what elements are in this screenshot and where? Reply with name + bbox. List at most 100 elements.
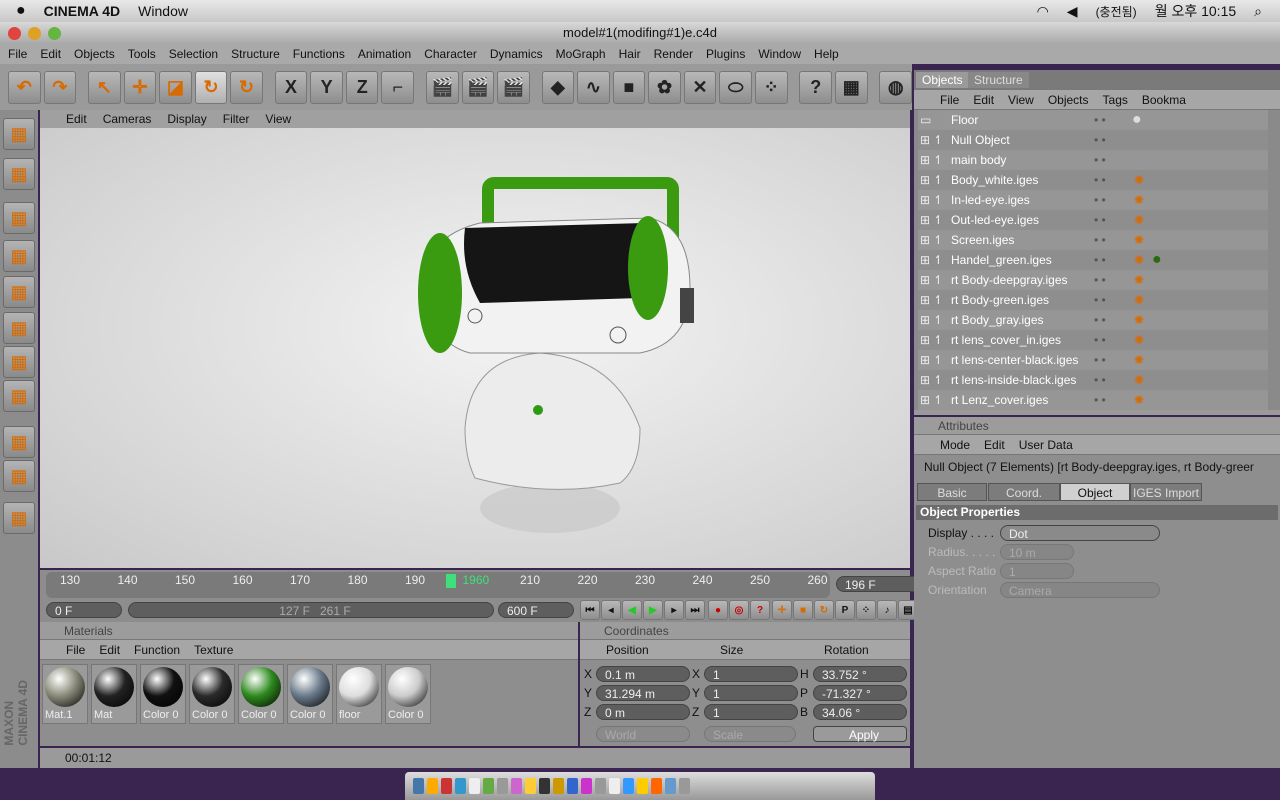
menu-plugins[interactable]: Plugins [706, 47, 745, 61]
particle-icon[interactable]: ⁘ [754, 70, 788, 104]
timeline[interactable]: 130 140 150 160 170 180 190 1960 210 220 230 240 250… [40, 570, 950, 622]
move-icon[interactable]: ✛ [123, 70, 157, 104]
z-axis-icon[interactable]: Z [345, 70, 379, 104]
attribute-radius-field[interactable]: 10 m [1000, 544, 1074, 560]
axis-mode-icon[interactable]: ▦ [3, 312, 35, 344]
object-row[interactable]: rt lens-inside-black.iges ⊞ ↿ • • ✺ [918, 370, 1268, 390]
visibility-dots[interactable]: • • [1094, 113, 1106, 127]
material-swatch[interactable]: Color 0 [238, 664, 284, 724]
position-x-field[interactable]: 0.1 m [596, 666, 690, 682]
clock[interactable]: 월 오후 10:15 [1155, 1, 1236, 21]
y-axis-icon[interactable]: Y [310, 70, 343, 104]
scale-icon[interactable]: ◪ [159, 70, 192, 104]
visibility-dots[interactable]: • • [1094, 273, 1106, 287]
material-swatch[interactable]: Color 0 [189, 664, 235, 724]
play-backward-icon[interactable]: ◀ [622, 600, 642, 620]
attributes-menu-user-data[interactable]: User Data [1019, 438, 1073, 452]
volume-icon[interactable]: ◀ [1067, 3, 1078, 20]
x-axis-icon[interactable]: X [274, 70, 308, 104]
object-name[interactable]: rt lens_cover_in.iges [918, 333, 1088, 347]
menu-functions[interactable]: Functions [293, 47, 345, 61]
tab-object[interactable]: Object [1060, 483, 1130, 501]
menu-help[interactable]: Help [814, 47, 839, 61]
viewport[interactable] [40, 128, 910, 568]
start-frame-field[interactable]: 0 F [46, 602, 122, 618]
visibility-dots[interactable]: • • [1094, 353, 1106, 367]
scene-icon[interactable]: ⬭ [719, 70, 752, 104]
position-z-field[interactable]: 0 m [596, 704, 690, 720]
timeline-ruler[interactable]: 130 140 150 160 170 180 190 1960 210 220 230 240 250… [46, 572, 830, 598]
objects-menu-file[interactable]: File [940, 93, 959, 107]
object-row[interactable]: Screen.iges ⊞ ↿ • • ✺ [918, 230, 1268, 250]
battery-status[interactable]: (충전됨) [1096, 3, 1137, 20]
object-row[interactable]: In-led-eye.iges ⊞ ↿ • • ✺ [918, 190, 1268, 210]
nurbs-icon[interactable]: ■ [612, 70, 646, 104]
rotation-p-field[interactable]: -71.327 ° [813, 685, 907, 701]
dock-app-icon[interactable] [525, 778, 536, 794]
menu-dynamics[interactable]: Dynamics [490, 47, 543, 61]
object-name[interactable]: rt Body_gray.iges [918, 313, 1088, 327]
playhead[interactable] [446, 574, 456, 588]
object-name[interactable]: Screen.iges [918, 233, 1088, 247]
position-key-icon[interactable]: ✛ [772, 600, 792, 620]
point-level-icon[interactable]: ⁘ [856, 600, 876, 620]
menu-animation[interactable]: Animation [358, 47, 411, 61]
object-row[interactable]: Handel_green.iges ⊞ ↿ • • ✺ ● [918, 250, 1268, 270]
menu-character[interactable]: Character [424, 47, 477, 61]
record-icon[interactable]: ● [708, 600, 728, 620]
objects-menu-objects[interactable]: Objects [1048, 93, 1089, 107]
object-name[interactable]: rt lens-inside-black.iges [918, 373, 1088, 387]
attribute-aspect-ratio-field[interactable]: 1 [1000, 563, 1074, 579]
dock-app-icon[interactable] [581, 778, 592, 794]
apply-button[interactable]: Apply [813, 726, 907, 742]
go-end-icon[interactable]: ⏭ [685, 600, 705, 620]
mac-menu-window[interactable]: Window [138, 3, 188, 19]
visibility-dots[interactable]: • • [1094, 293, 1106, 307]
scale-key-icon[interactable]: ■ [793, 600, 813, 620]
prev-frame-icon[interactable]: ◂ [601, 600, 621, 620]
objects-menu-view[interactable]: View [1008, 93, 1034, 107]
parameter-key-icon[interactable]: P [835, 600, 855, 620]
apple-icon[interactable]: ● [16, 2, 26, 20]
rotation-h-field[interactable]: 33.752 ° [813, 666, 907, 682]
object-row[interactable]: Out-led-eye.iges ⊞ ↿ • • ✺ [918, 210, 1268, 230]
materials-menu-texture[interactable]: Texture [194, 643, 233, 657]
spline-icon[interactable]: ∿ [577, 70, 610, 104]
dock-app-icon[interactable] [637, 778, 648, 794]
objects-menu-tags[interactable]: Tags [1103, 93, 1128, 107]
close-button[interactable] [8, 27, 21, 40]
dock-app-icon[interactable] [497, 778, 508, 794]
dock-app-icon[interactable] [455, 778, 466, 794]
menu-selection[interactable]: Selection [169, 47, 218, 61]
visibility-dots[interactable]: • • [1094, 173, 1106, 187]
object-row[interactable]: rt Lenz_cover.iges ⊞ ↿ • • ✺ [918, 390, 1268, 410]
object-row[interactable]: rt Body-deepgray.iges ⊞ ↿ • • ✺ [918, 270, 1268, 290]
viewport-menu-edit[interactable]: Edit [66, 112, 87, 126]
deformer-icon[interactable]: ✕ [683, 70, 717, 104]
live-selection-icon[interactable]: ↖ [88, 70, 121, 104]
dock-app-icon[interactable] [469, 778, 480, 794]
dock-app-icon[interactable] [623, 778, 634, 794]
object-row[interactable]: rt Body_gray.iges ⊞ ↿ • • ✺ [918, 310, 1268, 330]
object-name[interactable]: Floor [918, 113, 1088, 127]
dock-app-icon[interactable] [595, 778, 606, 794]
viewport-menu-filter[interactable]: Filter [223, 112, 250, 126]
web-icon[interactable]: ◍ [879, 70, 913, 104]
spotlight-icon[interactable]: ⌕ [1254, 3, 1262, 20]
dock-app-icon[interactable] [553, 778, 564, 794]
menu-edit[interactable]: Edit [40, 47, 61, 61]
material-tag-icon[interactable]: ● [1152, 251, 1162, 269]
object-name[interactable]: rt Body-green.iges [918, 293, 1088, 307]
object-row[interactable]: rt lens-center-black.iges ⊞ ↿ • • ✺ [918, 350, 1268, 370]
minimize-button[interactable] [28, 27, 41, 40]
keyframe-selection-icon[interactable]: ? [750, 600, 770, 620]
visibility-dots[interactable]: • • [1094, 393, 1106, 407]
size-x-field[interactable]: 1 [704, 666, 798, 682]
dock-app-icon[interactable] [679, 778, 690, 794]
menu-hair[interactable]: Hair [619, 47, 641, 61]
object-row[interactable]: main body ⊞ ↿ • • [918, 150, 1268, 170]
wifi-icon[interactable]: ◠ [1037, 3, 1049, 20]
sculpt-icon[interactable]: ▦ [3, 502, 35, 534]
rotation-b-field[interactable]: 34.06 ° [813, 704, 907, 720]
render-settings-icon[interactable]: 🎬 [497, 70, 530, 104]
